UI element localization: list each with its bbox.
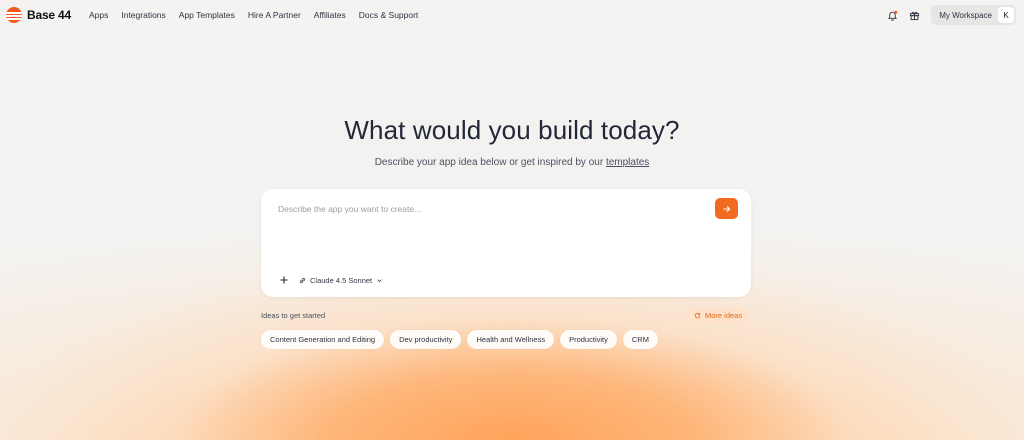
page-subtitle: Describe your app idea below or get insp… [0,157,1024,168]
subtitle-text: Describe your app idea below or get insp… [374,157,606,168]
chevron-down-icon [377,278,382,282]
idea-chip-content-generation[interactable]: Content Generation and Editing [261,330,385,349]
nav-link-affiliates[interactable]: Affiliates [314,10,346,20]
nav-link-docs-support[interactable]: Docs & Support [359,10,419,20]
idea-chips: Content Generation and Editing Dev produ… [261,330,658,349]
link-icon [299,277,306,283]
brand-logo[interactable]: Base 44 [6,7,71,23]
notifications-button[interactable] [881,4,903,26]
model-label: Claude 4.5 Sonnet [310,275,373,285]
nav-link-app-templates[interactable]: App Templates [179,10,235,20]
gift-icon [909,11,919,20]
refresh-icon [694,312,701,318]
workspace-switcher[interactable]: My Workspace K [931,5,1016,25]
workspace-label: My Workspace [939,10,992,20]
prompt-input[interactable] [278,201,698,217]
nav-link-hire-a-partner[interactable]: Hire A Partner [248,10,301,20]
more-ideas-label: More ideas [705,310,743,320]
bell-icon [887,10,898,21]
idea-chip-productivity[interactable]: Productivity [560,330,617,349]
top-navbar: Base 44 Apps Integrations App Templates … [0,0,1024,30]
nav-link-apps[interactable]: Apps [89,10,108,20]
send-button[interactable] [715,198,738,219]
gift-button[interactable] [903,4,925,26]
brand-name: Base 44 [27,8,71,22]
more-ideas-button[interactable]: More ideas [688,307,749,323]
idea-chip-dev-productivity[interactable]: Dev productivity [390,330,462,349]
ideas-label: Ideas to get started [261,311,326,320]
model-selector[interactable]: Claude 4.5 Sonnet [299,273,383,287]
notification-dot [894,10,898,14]
idea-chip-health-wellness[interactable]: Health and Wellness [467,330,555,349]
page-title: What would you build today? [344,115,680,145]
base44-logo-icon [6,7,22,23]
arrow-right-icon [722,205,730,212]
plus-icon [280,276,288,284]
avatar: K [998,7,1014,23]
idea-chip-crm[interactable]: CRM [622,330,658,349]
templates-link[interactable]: templates [606,157,649,168]
prompt-card: Claude 4.5 Sonnet [261,189,751,297]
add-attachment-button[interactable] [277,273,291,287]
nav-actions: My Workspace K [881,4,1016,26]
nav-links: Apps Integrations App Templates Hire A P… [89,10,418,20]
nav-link-integrations[interactable]: Integrations [121,10,165,20]
